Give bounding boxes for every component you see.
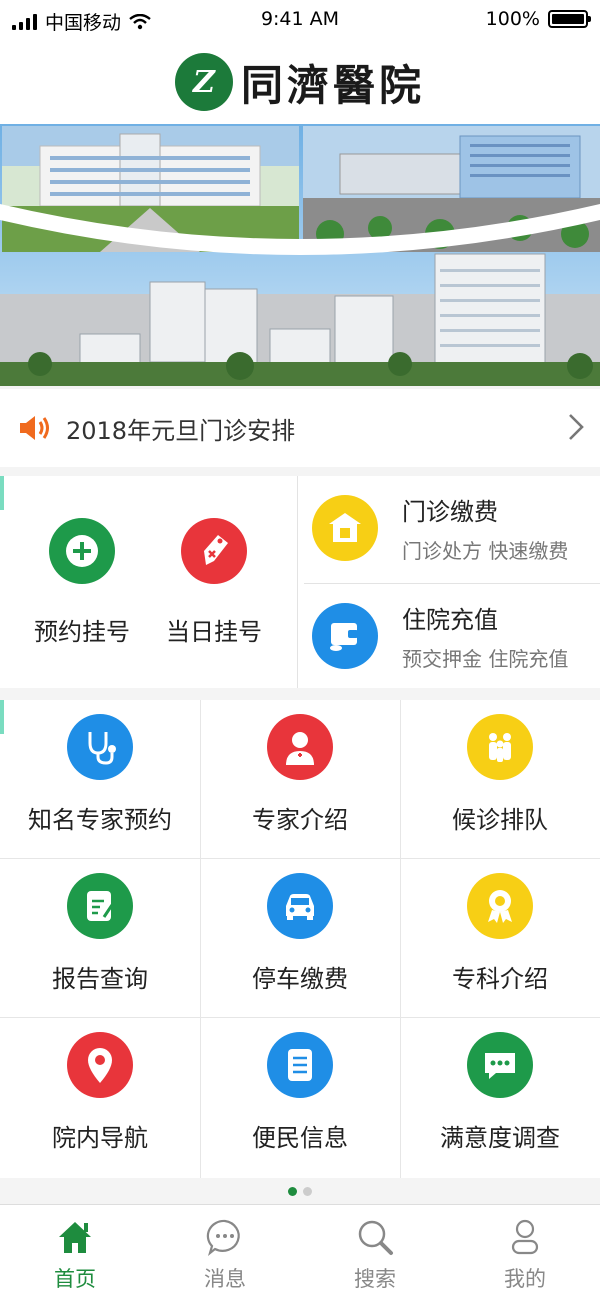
tab-search[interactable]: 搜索	[300, 1205, 450, 1299]
battery-percent: 100%	[485, 8, 540, 30]
parking-payment-button[interactable]: 停车缴费	[200, 859, 400, 1018]
grid-label: 便民信息	[252, 1124, 348, 1152]
outpatient-payment-button[interactable]: 门诊缴费 门诊处方 快速缴费	[312, 478, 600, 578]
tab-messages[interactable]: 消息	[150, 1205, 300, 1299]
page-indicator	[0, 1180, 600, 1202]
grid-label: 知名专家预约	[28, 806, 172, 834]
car-icon	[267, 873, 333, 939]
chevron-right-icon	[569, 414, 584, 440]
page-dot-active[interactable]	[288, 1186, 297, 1196]
hospital-logo-icon: Z	[174, 53, 233, 111]
doctor-icon	[267, 714, 333, 780]
grid-label: 候诊排队	[452, 806, 548, 834]
recharge-subtitle: 预交押金 住院充值	[402, 647, 569, 671]
bottom-tab-bar: 首页 消息 搜索 我的	[0, 1204, 600, 1299]
hospital-navigation-button[interactable]: 院内导航	[0, 1018, 200, 1177]
status-right: 100%	[485, 8, 591, 30]
search-icon	[358, 1220, 393, 1255]
battery-icon	[548, 10, 591, 28]
hospital-name: 同濟醫院	[240, 60, 425, 110]
report-query-button[interactable]: 报告查询	[0, 859, 200, 1018]
same-day-register-button[interactable]: 当日挂号	[149, 518, 279, 647]
accent-strip	[0, 476, 4, 510]
divider	[304, 583, 600, 584]
expert-intro-button[interactable]: 专家介绍	[200, 700, 400, 859]
queue-icon	[467, 714, 533, 780]
feature-label: 当日挂号	[166, 618, 262, 646]
hospital-banner[interactable]	[0, 124, 600, 386]
service-grid: 知名专家预约 专家介绍 候诊排队 报告查询 停车缴费 专科介绍 院内导航 便民信…	[0, 700, 600, 1178]
tab-profile[interactable]: 我的	[450, 1205, 600, 1299]
primary-services: 预约挂号 当日挂号 门诊缴费 门诊处方 快速缴费 住院充值 预交押金 住院充值	[0, 476, 600, 688]
tab-home[interactable]: 首页	[0, 1205, 150, 1299]
public-info-button[interactable]: 便民信息	[200, 1018, 400, 1177]
specialty-intro-button[interactable]: 专科介绍	[400, 859, 600, 1018]
appointment-register-button[interactable]: 预约挂号	[17, 518, 147, 647]
clinic-icon	[312, 495, 378, 561]
home-icon	[59, 1222, 91, 1253]
page-dot[interactable]	[303, 1186, 312, 1196]
grid-label: 专科介绍	[452, 965, 548, 993]
stethoscope-icon	[67, 714, 133, 780]
app-header: Z 同濟醫院	[0, 40, 600, 124]
grid-label: 停车缴费	[252, 965, 348, 993]
tag-icon	[181, 518, 247, 584]
feature-label: 预约挂号	[34, 618, 130, 646]
satisfaction-survey-button[interactable]: 满意度调查	[400, 1018, 600, 1177]
recharge-title: 住院充值	[402, 606, 498, 634]
location-pin-icon	[67, 1032, 133, 1098]
tab-label: 搜索	[354, 1267, 396, 1291]
divider	[297, 476, 298, 688]
speaker-icon	[20, 416, 49, 440]
wallet-icon	[312, 603, 378, 669]
payment-subtitle: 门诊处方 快速缴费	[402, 539, 569, 563]
tab-label: 首页	[54, 1267, 96, 1291]
grid-label: 报告查询	[52, 965, 148, 993]
grid-label: 院内导航	[52, 1124, 148, 1152]
payment-title: 门诊缴费	[402, 498, 498, 526]
grid-label: 满意度调查	[440, 1124, 560, 1152]
badge-icon	[467, 873, 533, 939]
document-icon	[267, 1032, 333, 1098]
announcement-text: 2018年元旦门诊安排	[66, 416, 296, 445]
inpatient-recharge-button[interactable]: 住院充值 预交押金 住院充值	[312, 586, 600, 686]
tab-label: 我的	[504, 1267, 546, 1291]
message-icon	[206, 1219, 240, 1257]
user-icon	[511, 1219, 539, 1255]
tab-label: 消息	[204, 1267, 246, 1291]
chat-icon	[467, 1032, 533, 1098]
plus-icon	[49, 518, 115, 584]
announcement-bar[interactable]: 2018年元旦门诊安排	[0, 389, 600, 467]
waiting-queue-button[interactable]: 候诊排队	[400, 700, 600, 859]
hospital-buildings-image	[0, 124, 600, 386]
grid-label: 专家介绍	[252, 806, 348, 834]
expert-appointment-button[interactable]: 知名专家预约	[0, 700, 200, 859]
report-icon	[67, 873, 133, 939]
status-bar: 中国移动 9:41 AM 100%	[0, 0, 600, 40]
